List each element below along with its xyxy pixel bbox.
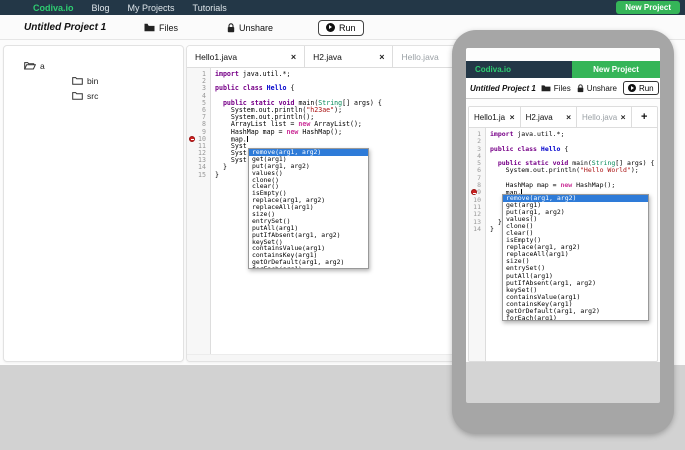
mobile-run-button[interactable]: Run [623,81,659,95]
files-button[interactable]: Files [144,15,178,40]
close-tab-icon[interactable]: × [510,112,515,122]
tab-label: Hello1.ja [474,113,505,122]
error-marker-icon [189,136,195,142]
unshare-button[interactable]: Unshare [227,15,273,40]
code-line: public class Hello { [490,146,657,153]
mobile-toolbar: Untitled Project 1 Files Unshare Run [466,78,660,99]
autocomplete-dropdown: remove(arg1, arg2)get(arg1)put(arg1, arg… [248,148,369,269]
editor-panel: Hello1.java × H2.java × Hello.java 123456789… [186,45,461,362]
mobile-page: Codiva.io New Project Untitled Project 1… [466,48,660,362]
editor-tab-h2-java[interactable]: H2.java × [305,46,393,67]
close-tab-icon[interactable]: × [621,112,626,122]
code-line: HashMap map = new HashMap(); [215,129,460,136]
play-icon [628,84,636,92]
code-line: System.out.println("Hello World"); [490,167,657,174]
phone-mockup: Codiva.io New Project Untitled Project 1… [452,30,674,434]
folder-icon [541,84,551,92]
mobile-tab-hello-java[interactable]: Hello.java × [577,107,632,127]
code-line: map. [215,136,460,143]
top-navbar: Codiva.io Blog My Projects Tutorials New… [0,0,685,15]
tree-item-src[interactable]: src [4,88,183,103]
mobile-tab-h2-java[interactable]: H2.java × [521,107,577,127]
folder-icon [72,91,83,100]
folder-icon [144,23,155,32]
unshare-label: Unshare [239,23,273,33]
mobile-run-label: Run [639,84,654,93]
code-line: import java.util.*; [490,131,657,138]
line-number: 15 [187,172,206,179]
play-icon [326,23,335,32]
mobile-line-number-gutter: 1234567891011121314 [469,128,486,361]
nav-link-my-projects[interactable]: My Projects [128,3,175,13]
code-line: public class Hello { [215,85,460,92]
nav-link-tutorials[interactable]: Tutorials [193,3,227,13]
tab-label: + [641,111,647,123]
codiva-logo[interactable]: Codiva.io [33,3,74,13]
close-tab-icon[interactable]: × [291,52,296,62]
tab-label: Hello.java [582,113,617,122]
tab-label: Hello1.java [195,52,237,62]
tree-item-label: bin [87,76,98,86]
editor-tab-hello1-java[interactable]: Hello1.java × [187,46,305,67]
mobile-tab-hello1-ja[interactable]: Hello1.ja × [469,107,521,127]
tree-item-label: src [87,91,98,101]
code-line: import java.util.*; [215,71,460,78]
lock-icon [227,23,235,33]
mobile-project-title: Untitled Project 1 [470,84,536,93]
new-project-button[interactable]: New Project [616,1,680,14]
mobile-tab--[interactable]: + [632,107,657,127]
tab-label: H2.java [313,52,342,62]
mobile-autocomplete-dropdown: remove(arg1, arg2)get(arg1)put(arg1, arg… [502,194,649,321]
project-title: Untitled Project 1 [24,15,106,40]
autocomplete-item[interactable]: forEach(arg1) [249,266,368,269]
tree-item-a[interactable]: a [4,58,183,73]
close-tab-icon[interactable]: × [566,112,571,122]
tree-item-label: a [40,61,45,71]
folder-open-icon [24,61,36,70]
nav-link-blog[interactable]: Blog [92,3,110,13]
files-label: Files [159,23,178,33]
mobile-tab-bar: Hello1.ja × H2.java × Hello.java × + [469,107,657,128]
autocomplete-item[interactable]: forEach(arg1) [503,315,648,321]
line-number: 14 [469,226,481,233]
editor-footer [187,354,460,361]
tree-item-bin[interactable]: bin [4,73,183,88]
run-label: Run [339,23,356,33]
editor-tab-bar: Hello1.java × H2.java × Hello.java [187,46,460,68]
run-button[interactable]: Run [318,20,364,36]
tab-label: Hello.java [401,52,438,62]
close-tab-icon[interactable]: × [379,52,384,62]
mobile-files-button[interactable]: Files [554,84,571,93]
mobile-navbar: Codiva.io New Project [466,61,660,78]
workspace: a bin src Hello1.java × H2.java × Hello.java 1… [0,40,685,365]
file-tree-panel: a bin src [3,45,184,362]
tab-label: H2.java [526,113,553,122]
mobile-codiva-logo[interactable]: Codiva.io [475,65,511,74]
mobile-new-project-button[interactable]: New Project [572,61,660,78]
lock-icon [577,84,584,93]
mobile-unshare-button[interactable]: Unshare [587,84,617,93]
editor-tab-hello-java[interactable]: Hello.java [393,46,460,67]
line-number-gutter: 123456789101112131415 [187,68,211,354]
phone-screen: Codiva.io New Project Untitled Project 1… [466,48,660,403]
folder-icon [72,76,83,85]
